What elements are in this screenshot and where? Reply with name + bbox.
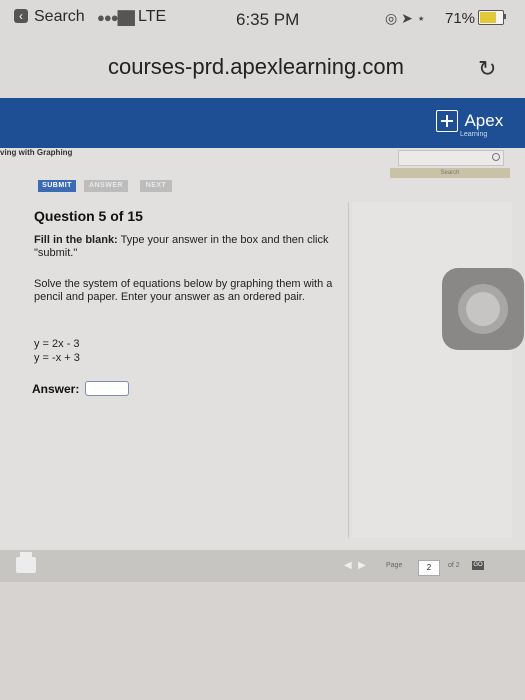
go-button[interactable]: GO	[472, 561, 484, 570]
question-title: Question 5 of 15	[34, 208, 143, 224]
ios-status-bar: ‹ Search ●●●██ LTE 6:35 PM ◎ ➤ ⋆ 71%	[0, 0, 525, 38]
apex-header: Apex Learning	[0, 98, 525, 150]
battery-percent: 71%	[445, 10, 476, 27]
battery-tip	[504, 14, 506, 19]
activity-page: ving with Graphing Search SUBMIT ANSWER …	[0, 148, 525, 582]
apex-brand-name: Apex	[464, 111, 504, 130]
page-number-input[interactable]: 2	[418, 560, 440, 576]
back-to-search-label[interactable]: Search	[34, 8, 85, 26]
apex-brand-sub: Learning	[460, 131, 488, 138]
location-bluetooth-icons: ◎ ➤ ⋆	[385, 10, 426, 26]
page-total-label: of 2	[448, 562, 460, 569]
instruction-bold: Fill in the blank:	[34, 234, 118, 246]
url-text[interactable]: courses-prd.apexlearning.com	[108, 54, 404, 80]
search-input[interactable]	[398, 150, 504, 166]
answer-input[interactable]	[85, 381, 129, 396]
battery-icon	[478, 10, 504, 25]
equation-1: y = 2x - 3	[34, 338, 80, 350]
breadcrumb: ving with Graphing	[0, 148, 73, 157]
footer-toolbar: ◀ ▶ Page 2 of 2 GO	[0, 550, 525, 582]
next-page-icon[interactable]: ▶	[358, 560, 366, 571]
carrier-label: LTE	[138, 8, 167, 25]
signal-strength-icon: ●●●██	[97, 10, 135, 25]
battery-fill	[480, 12, 496, 23]
equation-2: y = -x + 3	[34, 352, 80, 364]
back-arrow-icon[interactable]: ‹	[14, 9, 28, 23]
next-button[interactable]: NEXT	[140, 180, 172, 192]
answer-button[interactable]: ANSWER	[84, 180, 128, 192]
submit-button[interactable]: SUBMIT	[38, 180, 76, 192]
search-icon[interactable]	[492, 153, 500, 161]
status-time: 6:35 PM	[236, 10, 300, 29]
right-rail	[352, 202, 512, 538]
question-prompt: Solve the system of equations below by g…	[34, 278, 333, 303]
question-instructions: Fill in the blank: Type your answer in t…	[34, 234, 344, 260]
reload-icon[interactable]: ↻	[478, 56, 496, 82]
search-tab[interactable]: Search	[390, 168, 510, 178]
question-panel: Question 5 of 15 Fill in the blank: Type…	[28, 202, 349, 538]
assistive-touch-button[interactable]	[442, 268, 524, 350]
answer-label: Answer:	[32, 382, 80, 396]
apex-logo: Apex Learning	[436, 110, 504, 138]
print-icon[interactable]	[16, 552, 36, 573]
previous-page-icon[interactable]: ◀	[344, 560, 352, 571]
page-label: Page	[386, 562, 403, 569]
assistive-touch-dot	[466, 292, 500, 326]
browser-address-bar: courses-prd.apexlearning.com ↻	[0, 38, 525, 98]
empty-area	[0, 582, 525, 700]
apex-logo-icon	[436, 110, 458, 132]
